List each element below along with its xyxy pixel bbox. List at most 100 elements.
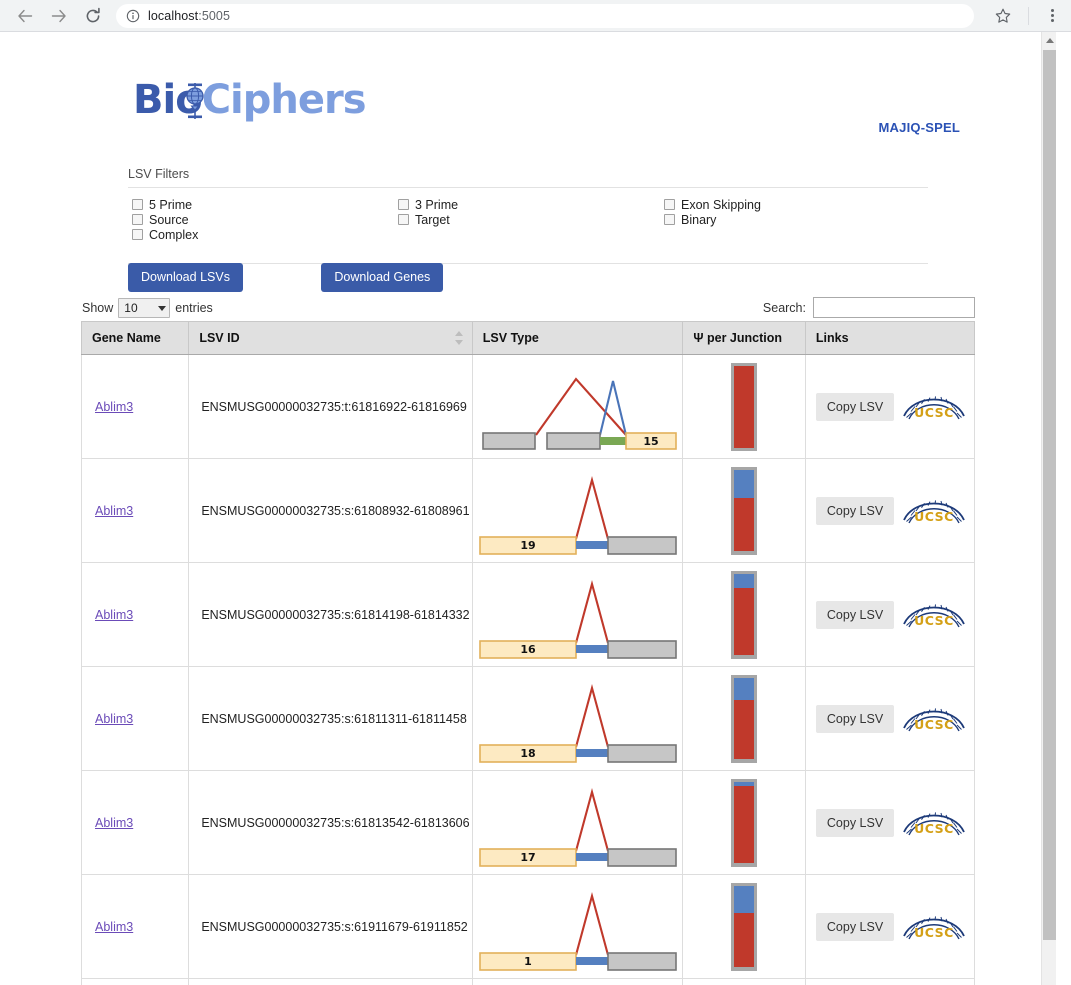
search-input[interactable] — [813, 297, 975, 318]
header-gene-name[interactable]: Gene Name — [80, 321, 190, 355]
copy-lsv-button[interactable]: Copy LSV — [815, 496, 895, 525]
gene-link[interactable]: Ablim3 — [95, 400, 133, 414]
filter-label: Source — [149, 212, 189, 227]
entries-label: entries — [175, 301, 213, 315]
cell-lsv-type: 19 — [471, 458, 684, 563]
ucsc-genome-browser-icon[interactable]: UCSC — [902, 389, 966, 425]
url-port: :5005 — [198, 8, 231, 23]
psi-segment — [734, 699, 755, 760]
checkbox-target[interactable] — [398, 214, 409, 225]
cell-psi-per-junction — [682, 978, 806, 985]
psi-segment — [734, 677, 755, 700]
filter-3-prime[interactable]: 3 Prime — [394, 197, 660, 212]
header-label: Gene Name — [92, 331, 161, 345]
psi-bar-wrapper — [683, 778, 805, 867]
reload-icon[interactable] — [78, 1, 108, 31]
svg-text:17: 17 — [520, 851, 535, 864]
back-arrow-icon[interactable] — [10, 1, 40, 31]
cell-lsv-type: 18 — [471, 666, 684, 771]
forward-arrow-icon[interactable] — [44, 1, 74, 31]
psi-segment — [734, 786, 755, 864]
filter-source[interactable]: Source — [128, 212, 394, 227]
cell-links: Copy LSV UCSC — [804, 458, 976, 563]
cell-links: Copy LSV UCSC — [804, 770, 976, 875]
ucsc-genome-browser-icon[interactable]: UCSC — [902, 805, 966, 841]
copy-lsv-button[interactable]: Copy LSV — [815, 808, 895, 837]
three-dot-menu-icon[interactable] — [1039, 3, 1065, 29]
psi-segment — [734, 885, 755, 913]
filter-binary[interactable]: Binary — [660, 212, 928, 227]
table-row: Ablim3 ENSMUSG00000032735:s:61911679-6191… — [80, 874, 976, 979]
copy-lsv-button[interactable]: Copy LSV — [815, 704, 895, 733]
scrollbar-thumb[interactable] — [1043, 50, 1056, 940]
header-lsv-type[interactable]: LSV Type — [471, 321, 684, 355]
psi-bar — [731, 674, 758, 763]
psi-segment — [734, 498, 755, 552]
header-lsv-id[interactable]: LSV ID — [188, 321, 473, 355]
psi-bar-wrapper — [683, 362, 805, 451]
checkbox-source[interactable] — [132, 214, 143, 225]
checkbox-exon-skipping[interactable] — [664, 199, 675, 210]
filter-target[interactable]: Target — [394, 212, 660, 227]
table-row: Ablim3 ENSMUSG00000032735:s:61814198-6181… — [80, 562, 976, 667]
gene-link[interactable]: Ablim3 — [95, 504, 133, 518]
svg-text:1: 1 — [524, 955, 532, 968]
address-bar[interactable]: localhost:5005 — [116, 3, 974, 28]
cell-lsv-id — [188, 978, 473, 985]
cell-links — [804, 978, 976, 985]
majiq-spel-link[interactable]: MAJIQ-SPEL — [879, 120, 960, 135]
filter-complex[interactable]: Complex — [128, 227, 394, 242]
ucsc-genome-browser-icon[interactable]: UCSC — [902, 909, 966, 945]
checkbox-binary[interactable] — [664, 214, 675, 225]
biociphers-logo[interactable]: BioCiphers — [133, 74, 367, 126]
psi-segment — [734, 912, 755, 968]
gene-link[interactable]: Ablim3 — [95, 920, 133, 934]
copy-lsv-button[interactable]: Copy LSV — [815, 912, 895, 941]
psi-segment — [734, 365, 755, 448]
links-wrapper: Copy LSV UCSC — [806, 389, 974, 425]
psi-bar-wrapper — [683, 882, 805, 971]
logo-ciphers-text: Ciphers — [201, 77, 367, 123]
ucsc-genome-browser-icon[interactable]: UCSC — [902, 701, 966, 737]
svg-text:18: 18 — [520, 747, 535, 760]
info-circle-icon[interactable] — [126, 9, 140, 23]
psi-bar — [731, 882, 758, 971]
download-genes-button[interactable]: Download Genes — [321, 263, 444, 292]
ucsc-genome-browser-icon[interactable]: UCSC — [902, 493, 966, 529]
checkbox-5-prime[interactable] — [132, 199, 143, 210]
psi-bar — [731, 778, 758, 867]
cell-lsv-type: 15 — [471, 354, 684, 459]
gene-link[interactable]: Ablim3 — [95, 712, 133, 726]
copy-lsv-button[interactable]: Copy LSV — [815, 600, 895, 629]
page-scrollbar[interactable] — [1041, 32, 1056, 985]
gene-link[interactable]: Ablim3 — [95, 608, 133, 622]
gene-link[interactable]: Ablim3 — [95, 816, 133, 830]
download-lsvs-button[interactable]: Download LSVs — [128, 263, 243, 292]
header-psi-per-junction[interactable]: Ψ per Junction — [682, 321, 806, 355]
copy-lsv-button[interactable]: Copy LSV — [815, 392, 895, 421]
bookmark-star-icon[interactable] — [988, 1, 1018, 31]
cell-links: Copy LSV UCSC — [804, 874, 976, 979]
lsv-diagram-svg: 16 — [478, 579, 677, 659]
search-label: Search: — [762, 300, 806, 315]
svg-text:UCSC: UCSC — [914, 509, 954, 524]
browser-toolbar: localhost:5005 — [0, 0, 1071, 32]
cell-links: Copy LSV UCSC — [804, 562, 976, 667]
globe-icon — [186, 83, 204, 119]
filter-exon-skipping[interactable]: Exon Skipping — [660, 197, 928, 212]
checkbox-complex[interactable] — [132, 229, 143, 240]
links-wrapper: Copy LSV UCSC — [806, 909, 974, 945]
sort-arrows-icon[interactable] — [454, 331, 464, 345]
page-viewport: BioCiphers MAJIQ-SPEL LSV Filters 5 Prim… — [0, 32, 1071, 985]
psi-bar-wrapper — [683, 674, 805, 763]
cell-gene-name: Ablim3 — [80, 562, 190, 667]
psi-bar-wrapper — [683, 466, 805, 555]
scroll-up-arrow-icon[interactable] — [1042, 32, 1057, 48]
entries-per-page-select[interactable]: 10 — [118, 298, 171, 318]
table-row: Ablim3 ENSMUSG00000032735:s:61811311-6181… — [80, 666, 976, 771]
lsv-diagram-svg: 19 — [478, 475, 677, 555]
header-links[interactable]: Links — [804, 321, 976, 355]
ucsc-genome-browser-icon[interactable]: UCSC — [902, 597, 966, 633]
filter-5-prime[interactable]: 5 Prime — [128, 197, 394, 212]
checkbox-3-prime[interactable] — [398, 199, 409, 210]
